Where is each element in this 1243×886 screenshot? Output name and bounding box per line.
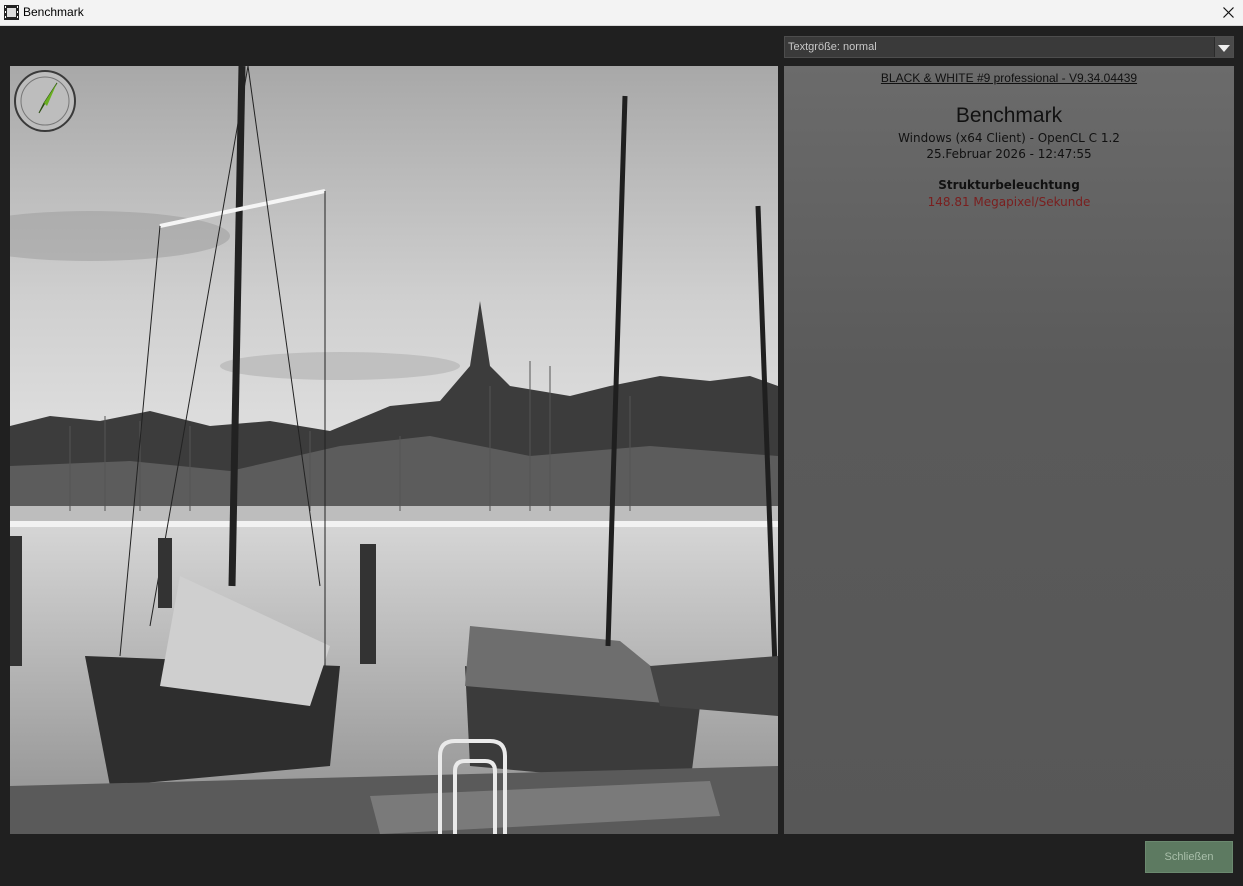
run-timestamp: 25.Februar 2026 - 12:47:55 bbox=[926, 147, 1092, 161]
text-size-dropdown[interactable]: Textgröße: normal bbox=[784, 36, 1234, 58]
page-title: Benchmark bbox=[955, 104, 1063, 127]
text-size-value: Textgröße: normal bbox=[788, 41, 877, 53]
close-dialog-button[interactable]: Schließen bbox=[1145, 841, 1233, 873]
system-info: Windows (x64 Client) - OpenCL C 1.2 bbox=[898, 131, 1120, 145]
film-strip-icon bbox=[4, 5, 19, 20]
window-title: Benchmark bbox=[23, 5, 84, 19]
test-result: 148.81 Megapixel/Sekunde bbox=[927, 195, 1091, 209]
compass-icon bbox=[14, 70, 76, 132]
product-version-link[interactable]: BLACK & WHITE #9 professional - V9.34.04… bbox=[784, 71, 1234, 85]
harbor-photo bbox=[10, 66, 778, 834]
benchmark-preview-image bbox=[10, 66, 778, 834]
chevron-down-icon bbox=[1218, 38, 1230, 57]
close-icon bbox=[1222, 3, 1234, 22]
window-close-button[interactable] bbox=[1213, 0, 1243, 25]
title-bar: Benchmark bbox=[0, 0, 1243, 26]
test-name: Strukturbeleuchtung bbox=[938, 178, 1080, 192]
info-panel: BLACK & WHITE #9 professional - V9.34.04… bbox=[784, 66, 1234, 834]
dropdown-toggle[interactable] bbox=[1214, 37, 1233, 57]
